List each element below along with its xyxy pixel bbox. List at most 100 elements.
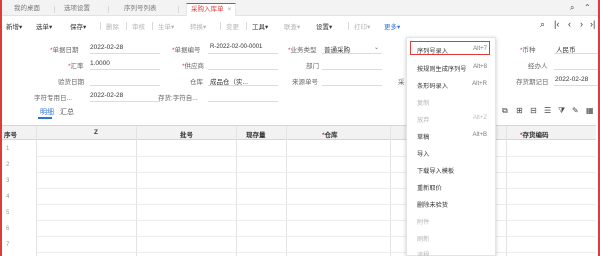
change-button[interactable]: 变更	[226, 21, 239, 31]
shortcut-hint: Alt+R	[472, 81, 487, 87]
delete-button[interactable]: 删除	[106, 21, 119, 31]
more-button[interactable]: 更多▾	[384, 21, 400, 31]
tools-label: 工具	[252, 24, 265, 31]
menu-item-download-template[interactable]: 下载导入模板	[417, 166, 454, 175]
tab-label: 我的桌面	[14, 5, 40, 12]
generate-label: 生单	[158, 24, 171, 31]
table-row[interactable]	[36, 252, 596, 253]
column-settings-icon[interactable]: ▦	[586, 106, 594, 115]
more-label: 更多	[384, 24, 397, 31]
column-header-z[interactable]: Z	[94, 129, 98, 136]
field-underline	[208, 101, 278, 102]
copy-row-icon[interactable]: ⧉	[502, 106, 508, 116]
last-record-icon[interactable]: ›|	[590, 19, 595, 29]
menu-item-delete-uninspected[interactable]: 删除未验货	[417, 200, 448, 209]
doc-date-field[interactable]: 2022-02-28	[90, 44, 123, 51]
first-record-icon[interactable]: |‹	[554, 19, 559, 29]
generate-button[interactable]: 生单▾	[158, 21, 174, 31]
source-no-label: 来源单号	[292, 79, 318, 86]
select-order-label: 选单	[36, 24, 49, 31]
dept-label: 部门	[306, 63, 319, 70]
menu-item-draft[interactable]: 草稿	[417, 132, 429, 141]
detail-grid: Z 批号 现存量 *仓库 *存货编码	[36, 125, 596, 256]
filter-icon[interactable]: ⧩	[558, 106, 565, 116]
column-header-stock-qty[interactable]: 现存量	[246, 129, 266, 139]
column-header-batch[interactable]: 批号	[180, 129, 193, 139]
grid-header: Z 批号 现存量 *仓库 *存货编码	[36, 126, 596, 140]
menu-item-workflow[interactable]: 流程	[417, 250, 429, 256]
grid-row-header: 序号	[0, 126, 36, 140]
stock-post-date-field[interactable]: 2022-02-28	[555, 76, 588, 83]
row-number: 5	[6, 210, 10, 216]
audit-button[interactable]: 审核	[132, 21, 145, 31]
menu-item-copy[interactable]: 复制	[417, 98, 429, 107]
next-record-icon[interactable]: ›	[580, 19, 583, 29]
active-tab-indicator	[38, 117, 52, 119]
field-underline	[90, 85, 160, 86]
stock-text-label: 存货:字符自...	[158, 95, 198, 102]
chevron-down-icon: ▾	[83, 24, 87, 31]
shortcut-hint: Alt+Z	[472, 115, 487, 121]
edit-icon[interactable]: ✎	[572, 106, 579, 115]
tab-serial-list[interactable]: 序列号列表	[120, 3, 161, 16]
menu-item-serial-entry[interactable]: 序列号录入	[417, 46, 448, 55]
tab-desktop[interactable]: 我的桌面	[10, 3, 44, 16]
close-icon[interactable]: ×	[228, 6, 232, 13]
tab-purchase-inbound[interactable]: 采购入库单 ×	[186, 3, 237, 16]
tab-label: 采购入库单	[191, 6, 224, 13]
chevron-down-icon[interactable]: ⌄	[374, 44, 379, 51]
table-row[interactable]	[36, 156, 596, 157]
doc-no-label: *单据编号	[172, 47, 201, 54]
tab-options[interactable]: 选项设置	[60, 3, 94, 16]
collapse-icon[interactable]: ⌃	[584, 3, 591, 12]
row-number: 2	[6, 162, 10, 168]
table-row[interactable]	[36, 172, 596, 173]
field-underline	[90, 69, 160, 70]
field-underline	[554, 85, 598, 86]
tab-summary[interactable]: 汇总	[60, 107, 74, 117]
row-number: 1	[6, 146, 10, 152]
table-row[interactable]	[36, 188, 596, 189]
rate-label: *汇率	[68, 63, 84, 70]
save-button[interactable]: 保存▾	[70, 21, 86, 31]
header-form: *单据日期 2022-02-28 *单据编号 R-2022-02-00-0001…	[2, 36, 598, 106]
menu-item-barcode-entry[interactable]: 条形码录入	[417, 81, 448, 90]
currency-label: *币种	[520, 47, 536, 54]
new-label: 新增	[6, 24, 19, 31]
toolbar-divider	[246, 22, 247, 30]
print-button[interactable]: 打印▾	[354, 21, 370, 31]
insert-row-icon[interactable]: ⊞	[516, 106, 523, 115]
table-row[interactable]	[36, 220, 596, 221]
menu-item-attachment[interactable]: 附件	[417, 217, 429, 226]
tab-detail[interactable]: 明细	[40, 107, 54, 117]
menu-item-generate-serial[interactable]: 按规则生成序列号	[417, 64, 467, 73]
batch-icon[interactable]: ☰	[544, 106, 551, 115]
menu-item-import[interactable]: 导入	[417, 149, 429, 158]
column-header-seq[interactable]: 序号	[4, 129, 17, 139]
table-row[interactable]	[36, 204, 596, 205]
select-order-button[interactable]: 选单▾	[36, 21, 52, 31]
tools-button[interactable]: 工具▾	[252, 21, 268, 31]
new-button[interactable]: 新增▾	[6, 21, 22, 31]
settings-button[interactable]: 设置▾	[316, 21, 332, 31]
menu-item-reprice[interactable]: 重新取价	[417, 183, 442, 192]
prev-record-icon[interactable]: ‹	[568, 19, 571, 29]
special-date-field[interactable]: 2022-02-28	[90, 92, 123, 99]
menu-item-discard[interactable]: 放弃	[417, 115, 429, 124]
doc-no-field[interactable]: R-2022-02-00-0001	[210, 44, 262, 50]
transfer-label: 转换	[190, 24, 203, 31]
find-icon[interactable]: ⌕	[540, 19, 545, 30]
more-dropdown-menu: 序列号录入 Alt+7 按规则生成序列号 Alt+8 条形码录入 Alt+R 复…	[406, 37, 496, 256]
rate-field[interactable]: 1.0000	[90, 60, 110, 67]
toolbar: 新增▾ 选单▾ 保存▾ 删除 审核 生单▾ 转换▾ 变更 工具▾ 联查▾ 设置▾…	[2, 16, 598, 36]
chevron-down-icon: ▾	[49, 24, 53, 31]
warehouse-label: 仓库	[190, 79, 203, 86]
table-row[interactable]	[36, 236, 596, 237]
transfer-button[interactable]: 转换▾	[190, 21, 206, 31]
delete-row-icon[interactable]: ⊟	[530, 106, 537, 115]
menu-item-refresh[interactable]: 刷新	[417, 234, 429, 243]
chevron-down-icon: ▾	[367, 24, 371, 31]
query-button[interactable]: 联查▾	[284, 21, 300, 31]
search-icon[interactable]: ⌕	[570, 3, 574, 13]
field-underline	[208, 85, 278, 86]
